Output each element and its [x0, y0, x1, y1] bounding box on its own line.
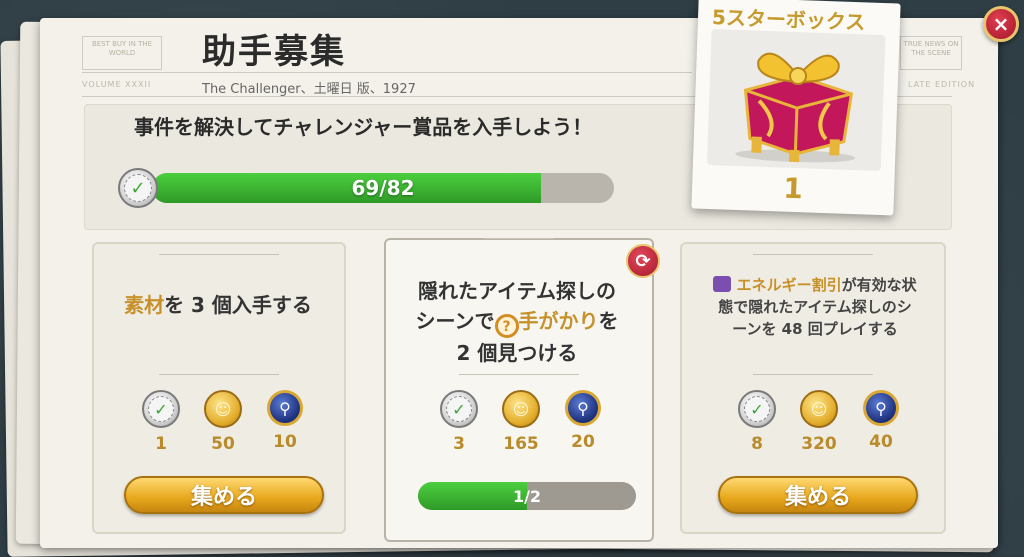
task-3-text: エネルギー割引が有効な状態で隠れたアイテム探しのシーンを 48 回プレイする: [712, 274, 918, 340]
task-3-rewards: ✓ 8 ☺ 320 ⚲ 40: [726, 390, 912, 454]
card-ornament: [159, 374, 279, 387]
magnifier-badge-icon: ⚲: [267, 390, 303, 426]
task-3-highlight: エネルギー割引: [736, 276, 842, 294]
reward-item: ⚲ 40: [850, 390, 912, 454]
card-ornament: [159, 254, 279, 267]
reward-value: 8: [751, 434, 763, 454]
check-badge-icon: ✓: [142, 390, 180, 428]
reward-value: 320: [801, 434, 837, 454]
reward-item: ⚲ 20: [552, 390, 614, 454]
collect-button[interactable]: 集める: [124, 476, 324, 514]
card-ornament: [484, 238, 554, 251]
task-1-rest: を 3 個入手する: [164, 293, 312, 317]
reward-card[interactable]: 5スターボックス 1: [691, 0, 901, 216]
close-button[interactable]: ×: [983, 6, 1019, 42]
reward-value: 1: [155, 434, 167, 454]
main-quest-progress-text: 69/82: [351, 176, 415, 200]
main-quest-text: 事件を解決してチャレンジャー賞品を入手しよう！: [134, 115, 593, 139]
clue-magnifier-icon: ?: [494, 314, 519, 338]
reward-item: ☺ 165: [490, 390, 552, 454]
task-2-rewards: ✓ 3 ☺ 165 ⚲ 20: [428, 390, 614, 454]
masthead-left-small: VOLUME XXXII: [82, 80, 152, 89]
reward-value: 50: [211, 434, 235, 454]
reward-item: ✓ 8: [726, 390, 788, 454]
energy-discount-icon: [713, 276, 732, 292]
collect-button-label: 集める: [190, 485, 257, 510]
task-2-progress-text: 1/2: [512, 486, 542, 506]
task-2-progress-bar: 1/2: [418, 482, 636, 510]
reward-item: ✓ 1: [130, 390, 192, 454]
magnifier-badge-icon: ⚲: [863, 390, 899, 426]
reward-value: 10: [273, 432, 297, 452]
check-badge-icon: ✓: [118, 168, 158, 208]
masthead-left-box: BEST BUY IN THE WORLD: [82, 36, 162, 70]
card-ornament: [459, 374, 579, 387]
reward-item: ✓ 3: [428, 390, 490, 454]
coin-icon: ☺: [502, 390, 540, 428]
masthead-right-box: TRUE NEWS ON THE SCENE: [900, 36, 962, 70]
coin-icon: ☺: [204, 390, 242, 428]
card-ornament: [753, 374, 873, 387]
refresh-button[interactable]: ⟳: [626, 244, 660, 278]
magnifier-badge-icon: ⚲: [565, 390, 601, 426]
collect-button-label: 集める: [784, 485, 851, 510]
refresh-icon: ⟳: [635, 250, 651, 272]
task-1-highlight: 素材: [124, 293, 165, 317]
reward-value: 20: [571, 432, 595, 452]
masthead-right-small: LATE EDITION: [908, 80, 976, 89]
reward-item: ☺ 50: [192, 390, 254, 454]
gift-box-icon: [735, 52, 856, 163]
coin-icon: ☺: [800, 390, 838, 428]
reward-value: 40: [869, 432, 893, 452]
reward-item: ☺ 320: [788, 390, 850, 454]
task-1-text: 素材を 3 個入手する: [118, 290, 318, 320]
close-icon: ×: [992, 12, 1010, 36]
task-2-text: 隠れたアイテム探しのシーンで? 手がかりを 2 個見つける: [410, 276, 624, 368]
reward-value: 165: [503, 434, 539, 454]
reward-image: [706, 29, 886, 171]
collect-button[interactable]: 集める: [718, 476, 918, 514]
reward-item: ⚲ 10: [254, 390, 316, 454]
task-1-rewards: ✓ 1 ☺ 50 ⚲ 10: [130, 390, 316, 454]
check-badge-icon: ✓: [738, 390, 776, 428]
check-badge-icon: ✓: [440, 390, 478, 428]
reward-count: 1: [782, 171, 804, 206]
masthead-rule-top: [82, 72, 692, 73]
page-subtitle: The Challenger、土曜日 版、1927: [202, 82, 416, 97]
card-ornament: [753, 254, 873, 267]
page-title: 助手募集: [202, 32, 346, 72]
reward-value: 3: [453, 434, 465, 454]
main-quest-progress-bar: 69/82: [152, 173, 614, 203]
task-2-highlight: 手がかり: [518, 309, 599, 333]
